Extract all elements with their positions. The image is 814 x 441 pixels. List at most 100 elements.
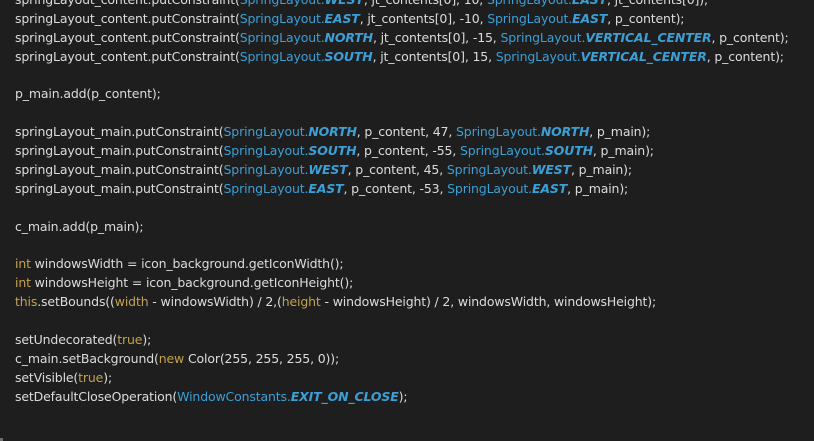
code-token-class: SpringLayout. [487,10,573,26]
code-token-plain: , jt_contents[0]); [607,0,708,7]
code-token-keyword: height [281,294,321,310]
code-token-keyword: this [15,294,38,310]
code-token-class: SpringLayout. [446,162,532,178]
code-token-const: EAST [572,10,608,26]
code-line: this.setBounds((width - windowsWidth) / … [15,293,789,312]
code-line: springLayout_content.putConstraint(Sprin… [15,10,789,29]
code-token-class: SpringLayout. [239,10,325,26]
code-token-plain: , p_content, -55, [356,143,461,159]
code-token-class: SpringLayout. [456,124,541,140]
code-token-const: EAST [324,10,360,26]
code-token-plain: springLayout_content.putConstraint( [15,29,240,45]
code-line: springLayout_content.putConstraint(Sprin… [15,0,789,10]
code-token-class: SpringLayout. [487,0,572,7]
code-token-plain: , p_content, -53, [343,180,448,196]
code-token-plain: springLayout_main.putConstraint( [15,180,224,196]
code-line: springLayout_main.putConstraint(SpringLa… [15,123,789,142]
code-line: springLayout_main.putConstraint(SpringLa… [15,161,789,180]
code-token-plain: windowsWidth = icon_background.getIconWi… [30,256,344,272]
code-token-const: WEST [308,162,348,178]
code-token-keyword: int [15,275,31,291]
code-token-plain: , jt_contents[0], 10, [364,0,487,7]
code-token-const: NORTH [540,124,590,140]
code-token-plain: , p_content, 45, [347,162,447,178]
code-token-keyword: int [15,256,31,272]
code-line: p_main.add(p_content); [15,85,789,104]
code-token-plain: c_main.setBackground( [15,350,159,366]
code-line: setVisible(true); [15,369,789,388]
code-token-const: EAST [308,180,344,196]
code-token-const: WEST [531,162,572,178]
code-token-class: SpringLayout. [500,29,586,45]
code-token-plain: , jt_contents[0], -10, [359,10,488,26]
code-line: springLayout_main.putConstraint(SpringLa… [15,142,789,161]
code-token-plain: .setBounds(( [37,294,115,310]
code-token-plain: , p_content); [711,29,789,45]
code-token-const: EXIT_ON_CLOSE [290,388,399,404]
code-token-class: SpringLayout. [223,124,309,140]
code-token-class: SpringLayout. [460,143,545,159]
code-token-class: SpringLayout. [223,162,309,178]
code-token-const: EAST [532,180,568,196]
code-token-class: SpringLayout. [239,48,325,64]
code-token-keyword: width [114,294,149,310]
code-token-const: EAST [572,0,607,7]
code-token-plain: , p_main); [592,143,654,159]
code-line: ​ [15,67,789,86]
code-line: ​ [15,312,789,331]
code-token-const: VERTICAL_CENTER [585,29,712,45]
code-token-plain: springLayout_main.putConstraint( [15,143,224,159]
code-token-plain: springLayout_content.putConstraint( [15,10,240,26]
code-token-keyword: true [117,332,143,348]
code-token-plain: , p_content); [607,10,685,26]
code-token-plain: windowsHeight = icon_background.getIconH… [30,275,354,291]
code-token-plain: , p_main); [571,162,632,178]
code-token-class: SpringLayout. [223,143,309,159]
code-token-const: NORTH [324,29,374,45]
code-token-plain: ); [398,388,408,404]
code-editor[interactable]: springLayout_content.putConstraint(Sprin… [0,0,814,441]
code-token-class: SpringLayout. [239,29,325,45]
code-token-plain: ); [103,369,113,385]
code-token-plain: springLayout_main.putConstraint( [15,124,224,140]
code-line: springLayout_content.putConstraint(Sprin… [15,29,789,48]
code-token-plain: c_main.add(p_main); [15,218,144,234]
code-line: setUndecorated(true); [15,331,789,350]
code-token-const: NORTH [308,124,357,140]
code-token-plain: , p_main); [567,180,629,196]
code-line: springLayout_content.putConstraint(Sprin… [15,48,789,67]
code-line: ​ [15,104,789,123]
code-token-plain: - windowsWidth) / 2,( [148,294,282,310]
code-line: int windowsWidth = icon_background.getIc… [15,255,789,274]
code-token-plain: , jt_contents[0], 15, [372,48,496,64]
code-line: ​ [15,199,789,218]
code-token-plain: springLayout_content.putConstraint( [15,0,240,7]
code-token-plain: setVisible( [15,369,79,385]
code-token-plain: setUndecorated( [15,332,118,348]
code-text-area[interactable]: springLayout_content.putConstraint(Sprin… [15,0,789,407]
code-token-const: SOUTH [308,143,357,159]
code-line: setDefaultCloseOperation(WindowConstants… [15,388,789,407]
code-token-const: SOUTH [324,48,373,64]
code-line: ​ [15,237,789,256]
code-token-plain: , jt_contents[0], -15, [372,29,501,45]
code-token-plain: - windowsHeight) / 2, windowsWidth, wind… [320,294,657,310]
code-token-plain: springLayout_main.putConstraint( [15,162,224,178]
code-token-plain: p_main.add(p_content); [15,86,161,102]
code-token-class: SpringLayout. [240,0,325,7]
code-line: springLayout_main.putConstraint(SpringLa… [15,180,789,199]
code-token-keyword: new [158,350,185,366]
code-token-class: SpringLayout. [223,180,309,196]
code-token-plain: ); [142,332,152,348]
code-token-plain: Color(255, 255, 255, 0)); [184,350,340,366]
code-token-class: SpringLayout. [495,48,581,64]
code-token-const: WEST [325,0,364,7]
code-line: int windowsHeight = icon_background.getI… [15,274,789,293]
code-token-class: SpringLayout. [447,180,532,196]
code-token-plain: , p_main); [589,124,651,140]
code-token-plain: setDefaultCloseOperation( [15,388,178,404]
code-token-const: VERTICAL_CENTER [580,48,707,64]
code-line: c_main.add(p_main); [15,218,789,237]
code-token-const: SOUTH [544,143,593,159]
code-token-plain: , p_content, 47, [356,124,457,140]
